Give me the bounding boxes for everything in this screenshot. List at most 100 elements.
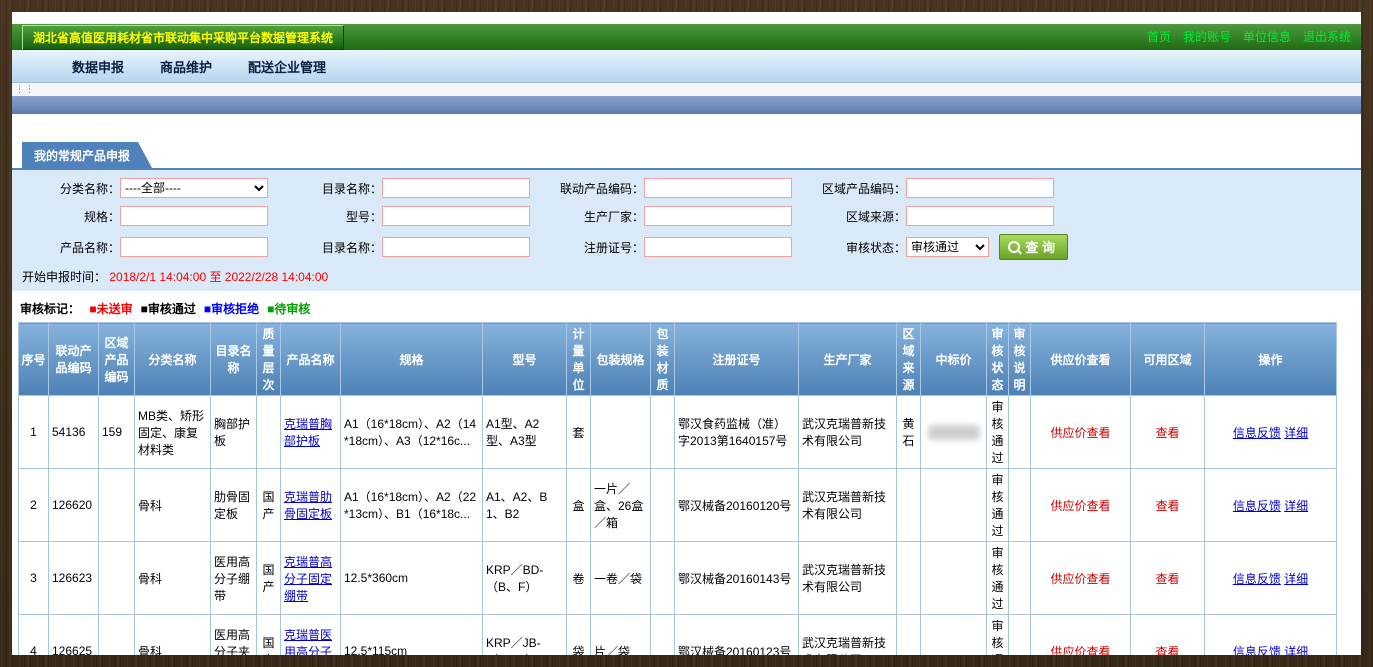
cell-product-name: 克瑞普胸部护板 xyxy=(281,396,341,469)
action-link-1[interactable]: 详细 xyxy=(1284,426,1308,440)
select-category[interactable]: ----全部---- xyxy=(120,178,268,198)
cell-seq: 3 xyxy=(19,542,49,615)
input-catalog-name-2[interactable] xyxy=(382,237,530,257)
cell-audit-note xyxy=(1009,542,1031,615)
action-link-0[interactable]: 信息反馈 xyxy=(1233,426,1281,440)
table-row: 2126620骨科肋骨固定板国产克瑞普肋骨固定板A1（16*18cm）、A2（2… xyxy=(19,469,1337,542)
cell-supply-price: 供应价查看 xyxy=(1031,542,1131,615)
cell-region-source xyxy=(897,615,921,656)
field-label-cert-no: 注册证号： xyxy=(544,239,644,256)
cell-linkage-code: 126623 xyxy=(49,542,99,615)
col-header-model: 型号 xyxy=(483,323,567,396)
field-label-audit-status: 审核状态： xyxy=(806,239,906,256)
input-region-source[interactable] xyxy=(906,206,1054,226)
cell-bid-price xyxy=(921,615,987,656)
cell-region-code xyxy=(99,615,135,656)
toolbar-bar xyxy=(12,96,1361,114)
cell-quality-level xyxy=(257,396,281,469)
menu-item-0[interactable]: 数据申报 xyxy=(72,57,124,76)
region-available-link[interactable]: 查看 xyxy=(1155,426,1179,440)
top-link-0[interactable]: 首页 xyxy=(1147,30,1171,44)
cell-pack-material xyxy=(651,469,675,542)
cell-bid-price xyxy=(921,542,987,615)
tab-my-regular-product-declare[interactable]: 我的常规产品申报 xyxy=(22,142,152,168)
cell-seq: 2 xyxy=(19,469,49,542)
input-linkage-product-code[interactable] xyxy=(644,178,792,198)
app-title: 湖北省高值医用耗材省市联动集中采购平台数据管理系统 xyxy=(22,25,344,50)
cell-unit: 套 xyxy=(567,396,591,469)
input-manufacturer[interactable] xyxy=(644,206,792,226)
cell-bid-price xyxy=(921,469,987,542)
menu-item-2[interactable]: 配送企业管理 xyxy=(248,57,326,76)
region-available-link[interactable]: 查看 xyxy=(1155,645,1179,656)
cell-bid-price xyxy=(921,396,987,469)
supply-price-link[interactable]: 供应价查看 xyxy=(1050,499,1110,513)
cell-region-code xyxy=(99,469,135,542)
cell-catalog: 胸部护板 xyxy=(211,396,257,469)
action-link-1[interactable]: 详细 xyxy=(1284,645,1308,656)
cell-seq: 4 xyxy=(19,615,49,656)
action-link-1[interactable]: 详细 xyxy=(1284,499,1308,513)
field-label-model: 型号： xyxy=(282,208,382,225)
form-field-manufacturer: 生产厂家： xyxy=(544,206,806,226)
cell-region-source xyxy=(897,469,921,542)
cell-linkage-code: 54136 xyxy=(49,396,99,469)
top-link-2[interactable]: 单位信息 xyxy=(1243,30,1291,44)
search-button[interactable]: 查 询 xyxy=(999,234,1068,260)
supply-price-link[interactable]: 供应价查看 xyxy=(1050,645,1110,656)
menu-item-1[interactable]: 商品维护 xyxy=(160,57,212,76)
col-header-linkage-code: 联动产品编码 xyxy=(49,323,99,396)
table-header-row: 序号联动产品编码区域产品编码分类名称目录名称质量层次产品名称规格型号计量单位包装… xyxy=(19,323,1337,396)
field-label-region-source: 区域来源： xyxy=(806,208,906,225)
action-link-0[interactable]: 信息反馈 xyxy=(1233,645,1281,656)
form-field-region-product-code: 区域产品编码： xyxy=(806,178,1068,198)
top-link-1[interactable]: 我的账号 xyxy=(1183,30,1231,44)
main-window: 湖北省高值医用耗材省市联动集中采购平台数据管理系统 首页我的账号单位信息退出系统… xyxy=(12,12,1361,655)
tab-row: 我的常规产品申报 xyxy=(12,142,1361,168)
input-catalog-name-1[interactable] xyxy=(382,178,530,198)
action-link-1[interactable]: 详细 xyxy=(1284,572,1308,586)
panel-splitter[interactable]: ⋮⋮ xyxy=(12,83,1361,96)
top-link-3[interactable]: 退出系统 xyxy=(1303,30,1351,44)
supply-price-link[interactable]: 供应价查看 xyxy=(1050,426,1110,440)
cell-product-name: 克瑞普肋骨固定板 xyxy=(281,469,341,542)
product-name-link[interactable]: 克瑞普胸部护板 xyxy=(284,417,332,448)
supply-price-link[interactable]: 供应价查看 xyxy=(1050,572,1110,586)
cell-audit-status: 审核通过 xyxy=(987,396,1009,469)
content-area: 我的常规产品申报 分类名称：----全部----目录名称：联动产品编码：区域产品… xyxy=(12,114,1361,655)
cell-pack-material xyxy=(651,396,675,469)
table-row: 4126625骨科医用高分子夹板国产克瑞普医用高分子夹板12.5*115cmKR… xyxy=(19,615,1337,656)
input-cert-no[interactable] xyxy=(644,237,792,257)
cell-unit: 卷 xyxy=(567,542,591,615)
cell-cert-no: 鄂汉食药监械（准）字2013第1640157号 xyxy=(675,396,799,469)
cell-catalog: 医用高分子绷带 xyxy=(211,542,257,615)
cell-catalog: 医用高分子夹板 xyxy=(211,615,257,656)
cell-actions: 信息反馈 详细 xyxy=(1205,469,1337,542)
input-product-name[interactable] xyxy=(120,237,268,257)
product-name-link[interactable]: 克瑞普高分子固定绷带 xyxy=(284,555,332,603)
action-link-0[interactable]: 信息反馈 xyxy=(1233,499,1281,513)
legend-item-2: ■审核拒绝 xyxy=(204,302,259,316)
cell-spec: A1（16*18cm）、A2（22*13cm）、B1（16*18c... xyxy=(341,469,483,542)
legend-item-1: ■审核通过 xyxy=(141,302,196,316)
form-field-catalog-name-1: 目录名称： xyxy=(282,178,544,198)
input-spec[interactable] xyxy=(120,206,268,226)
select-audit-status[interactable]: 审核通过 xyxy=(906,237,989,257)
field-label-category: 分类名称： xyxy=(20,180,120,197)
product-name-link[interactable]: 克瑞普医用高分子夹板 xyxy=(284,628,332,656)
input-region-product-code[interactable] xyxy=(906,178,1054,198)
cell-spec: 12.5*360cm xyxy=(341,542,483,615)
col-header-catalog: 目录名称 xyxy=(211,323,257,396)
cell-audit-note xyxy=(1009,469,1031,542)
region-available-link[interactable]: 查看 xyxy=(1155,572,1179,586)
form-field-model: 型号： xyxy=(282,206,544,226)
field-label-catalog-name-1: 目录名称： xyxy=(282,180,382,197)
input-model[interactable] xyxy=(382,206,530,226)
action-link-0[interactable]: 信息反馈 xyxy=(1233,572,1281,586)
product-name-link[interactable]: 克瑞普肋骨固定板 xyxy=(284,490,332,521)
cell-quality-level: 国产 xyxy=(257,542,281,615)
cell-category: 骨科 xyxy=(135,615,211,656)
cell-pack-material xyxy=(651,615,675,656)
region-available-link[interactable]: 查看 xyxy=(1155,499,1179,513)
cell-actions: 信息反馈 详细 xyxy=(1205,615,1337,656)
